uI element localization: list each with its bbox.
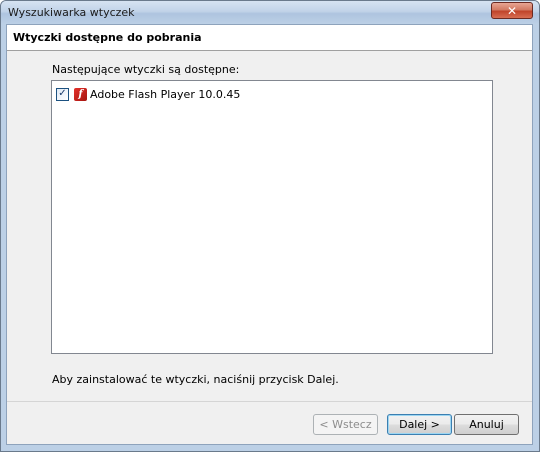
page-header: Wtyczki dostępne do pobrania: [7, 25, 532, 51]
cancel-button[interactable]: Anuluj: [454, 414, 519, 435]
back-button[interactable]: < Wstecz: [313, 414, 378, 435]
next-button[interactable]: Dalej >: [387, 414, 452, 435]
plugin-name: Adobe Flash Player 10.0.45: [90, 87, 241, 101]
plugin-list-label: Następujące wtyczki są dostępne:: [52, 63, 240, 76]
footer-separator: [7, 401, 532, 402]
plugin-checkbox[interactable]: ✓: [56, 87, 69, 101]
plugin-list[interactable]: ✓ f Adobe Flash Player 10.0.45: [51, 80, 493, 354]
close-icon: ✕: [506, 3, 518, 18]
install-hint: Aby zainstalować te wtyczki, naciśnij pr…: [52, 373, 339, 386]
window-title: Wyszukiwarka wtyczek: [8, 6, 135, 19]
list-item[interactable]: ✓ f Adobe Flash Player 10.0.45: [56, 86, 240, 102]
flash-icon: f: [74, 87, 87, 101]
plugin-finder-window: Wyszukiwarka wtyczek ✕ Wtyczki dostępne …: [0, 0, 540, 452]
page-title: Wtyczki dostępne do pobrania: [13, 31, 202, 44]
dialog-body: Wtyczki dostępne do pobrania Następujące…: [6, 24, 533, 445]
title-bar[interactable]: Wyszukiwarka wtyczek ✕: [1, 1, 539, 24]
close-button[interactable]: ✕: [491, 2, 533, 19]
